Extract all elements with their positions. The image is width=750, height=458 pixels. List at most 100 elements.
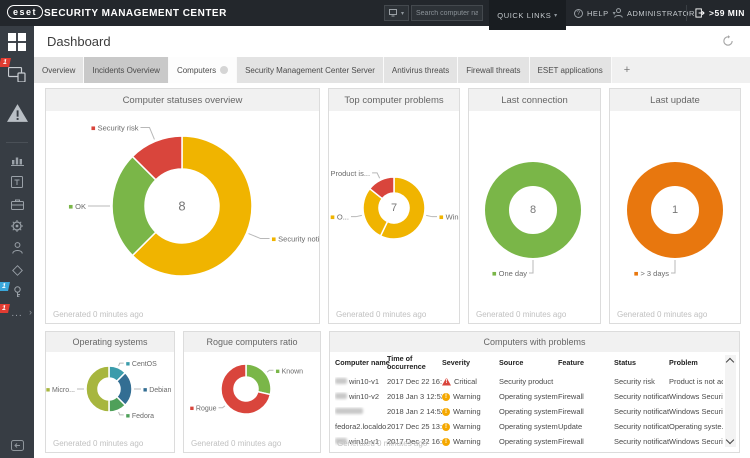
table-row[interactable]: 2018 Jan 2 14:52... Warning Operating sy… [330, 404, 739, 419]
svg-text:■ Product is...: ■ Product is... [329, 169, 370, 178]
redacted-blur [335, 408, 363, 414]
tab-computers[interactable]: Computers [168, 57, 238, 83]
severity-icon [442, 377, 451, 386]
sidebar-item-notifications[interactable] [0, 259, 34, 281]
col-source[interactable]: Source [499, 358, 558, 367]
sidebar-item-submitted-files[interactable] [0, 171, 34, 193]
eset-logo: eset [7, 5, 44, 19]
sidebar-item-detections[interactable] [0, 90, 34, 136]
person-icon [11, 242, 23, 254]
gear-icon [11, 220, 23, 232]
donut-chart-operating-systems[interactable]: ■ CentOS ■ Debian ■ Fedora ■ Micro... [46, 352, 174, 437]
col-feature[interactable]: Feature [558, 358, 614, 367]
col-time[interactable]: Time of occurrence [387, 354, 442, 372]
user-menu[interactable]: ADMINISTRATOR [614, 0, 695, 26]
add-tab-button[interactable]: + [612, 57, 642, 83]
col-severity[interactable]: Severity [442, 358, 499, 367]
col-problem[interactable]: Problem [669, 358, 723, 367]
panel-title: Last connection [469, 89, 600, 111]
donut-chart-last-update[interactable]: ■ > 3 days 1 [610, 111, 740, 316]
svg-text:■ Debian: ■ Debian [143, 387, 171, 394]
generated-note: Generated 0 minutes ago [337, 439, 428, 448]
sidebar-item-dashboard[interactable] [0, 26, 34, 58]
tab-overview[interactable]: Overview [34, 57, 85, 83]
donut-chart-rogue-ratio[interactable]: ■ Known ■ Rogue [184, 352, 320, 437]
session-timer-button[interactable]: >59 MIN [686, 5, 745, 21]
table-scrollbar[interactable] [725, 355, 736, 447]
search-scope-button[interactable]: ▾ [384, 5, 409, 21]
warning-triangle-icon [6, 104, 28, 122]
chevron-right-icon: › [29, 307, 32, 317]
svg-text:■ OK: ■ OK [69, 202, 86, 211]
chevron-down-icon: ▾ [400, 10, 404, 17]
donut-chart-top-problems[interactable]: ■ Win... ■ O... ■ Product is... 7 [329, 111, 459, 316]
svg-text:8: 8 [530, 204, 536, 216]
svg-text:■ O...: ■ O... [330, 213, 349, 222]
svg-text:■ Known: ■ Known [275, 368, 303, 375]
sidebar-item-reports[interactable] [0, 149, 34, 171]
key-icon [13, 286, 21, 297]
panel-last-update: Last update ■ > 3 days 1 Generated 0 minu… [609, 88, 741, 324]
svg-text:7: 7 [391, 202, 397, 214]
generated-note: Generated 0 minutes ago [53, 310, 144, 319]
svg-text:8: 8 [178, 199, 185, 214]
table-row[interactable]: fedora2.localdo... 2017 Dec 25 13:2... W… [330, 419, 739, 434]
panel-title: Top computer problems [329, 89, 459, 111]
table-row[interactable]: win10-v1 2017 Dec 22 16:... Warning Oper… [330, 449, 739, 454]
tab-antivirus-threats[interactable]: Antivirus threats [383, 57, 459, 83]
col-status[interactable]: Status [614, 358, 669, 367]
search-input[interactable] [411, 5, 483, 21]
redacted-blur [335, 393, 347, 399]
svg-text:■ Security noti...: ■ Security noti... [272, 235, 319, 244]
col-computer-name[interactable]: Computer name [335, 358, 390, 367]
dashboard-grid-icon [8, 33, 26, 51]
donut-chart-last-connection[interactable]: ■ One day 8 [469, 111, 600, 316]
table-header: Computer name Time of occurrence Severit… [330, 352, 739, 374]
tab-settings-icon[interactable] [220, 66, 229, 74]
quick-links-button[interactable]: QUICK LINKS ▾ [489, 0, 566, 30]
sidebar-item-status-overview[interactable]: 1 [0, 281, 34, 303]
sidebar-item-policies[interactable] [0, 215, 34, 237]
svg-text:■ > 3 days: ■ > 3 days [634, 269, 669, 278]
more-badge: 1 [0, 304, 10, 313]
refresh-icon[interactable] [722, 35, 734, 47]
table-row[interactable]: win10-v1 2017 Dec 22 16:0... Critical Se… [330, 374, 739, 389]
reports-chart-icon [10, 157, 24, 166]
tab-firewall-threats[interactable]: Firewall threats [458, 57, 530, 83]
table-row[interactable]: win10-v2 2018 Jan 3 12:53:... Warning Op… [330, 389, 739, 404]
scroll-down-icon[interactable] [725, 435, 735, 445]
dashboard-tabs: Overview Incidents Overview Computers Se… [34, 57, 750, 83]
collapse-icon [10, 440, 24, 451]
tab-incidents-overview[interactable]: Incidents Overview [84, 57, 169, 83]
panel-last-connection: Last connection ■ One day 8 Generated 0 m… [468, 88, 601, 324]
logout-icon [695, 8, 705, 18]
panel-title: Computers with problems [330, 332, 739, 352]
person-icon [614, 8, 623, 18]
panel-computers-with-problems: Computers with problems Computer name Ti… [329, 331, 740, 453]
help-button[interactable]: ? HELP ▾ [574, 0, 616, 26]
tab-eset-applications[interactable]: ESET applications [529, 57, 612, 83]
generated-note: Generated 0 minutes ago [476, 310, 567, 319]
sidebar-collapse-button[interactable] [0, 440, 34, 451]
sidebar-item-computers[interactable]: 1 [0, 58, 34, 90]
sidebar-item-users[interactable] [0, 237, 34, 259]
problems-table: Computer name Time of occurrence Severit… [330, 352, 739, 454]
generated-note: Generated 0 minutes ago [336, 310, 427, 319]
tab-smc-server[interactable]: Security Management Center Server [237, 57, 384, 83]
sidebar-item-more[interactable]: 1 ... › [0, 303, 34, 325]
redacted-blur [335, 378, 347, 384]
svg-text:■ Fedora: ■ Fedora [126, 413, 154, 420]
panel-title: Operating systems [46, 332, 174, 352]
severity-icon [442, 453, 450, 454]
scroll-up-icon[interactable] [725, 357, 735, 367]
sidebar-item-installers[interactable] [0, 193, 34, 215]
donut-chart-computer-statuses[interactable]: ■ Security noti... ■ OK ■ Security risk 8 [46, 111, 319, 316]
box-icon [11, 176, 23, 188]
sidebar-divider [6, 142, 28, 143]
severity-icon [442, 407, 450, 416]
svg-text:1: 1 [672, 204, 678, 216]
status-badge: 1 [0, 282, 10, 291]
page-title: Dashboard [47, 34, 111, 49]
svg-text:■ Micro...: ■ Micro... [46, 387, 75, 394]
computer-icon [388, 8, 397, 16]
